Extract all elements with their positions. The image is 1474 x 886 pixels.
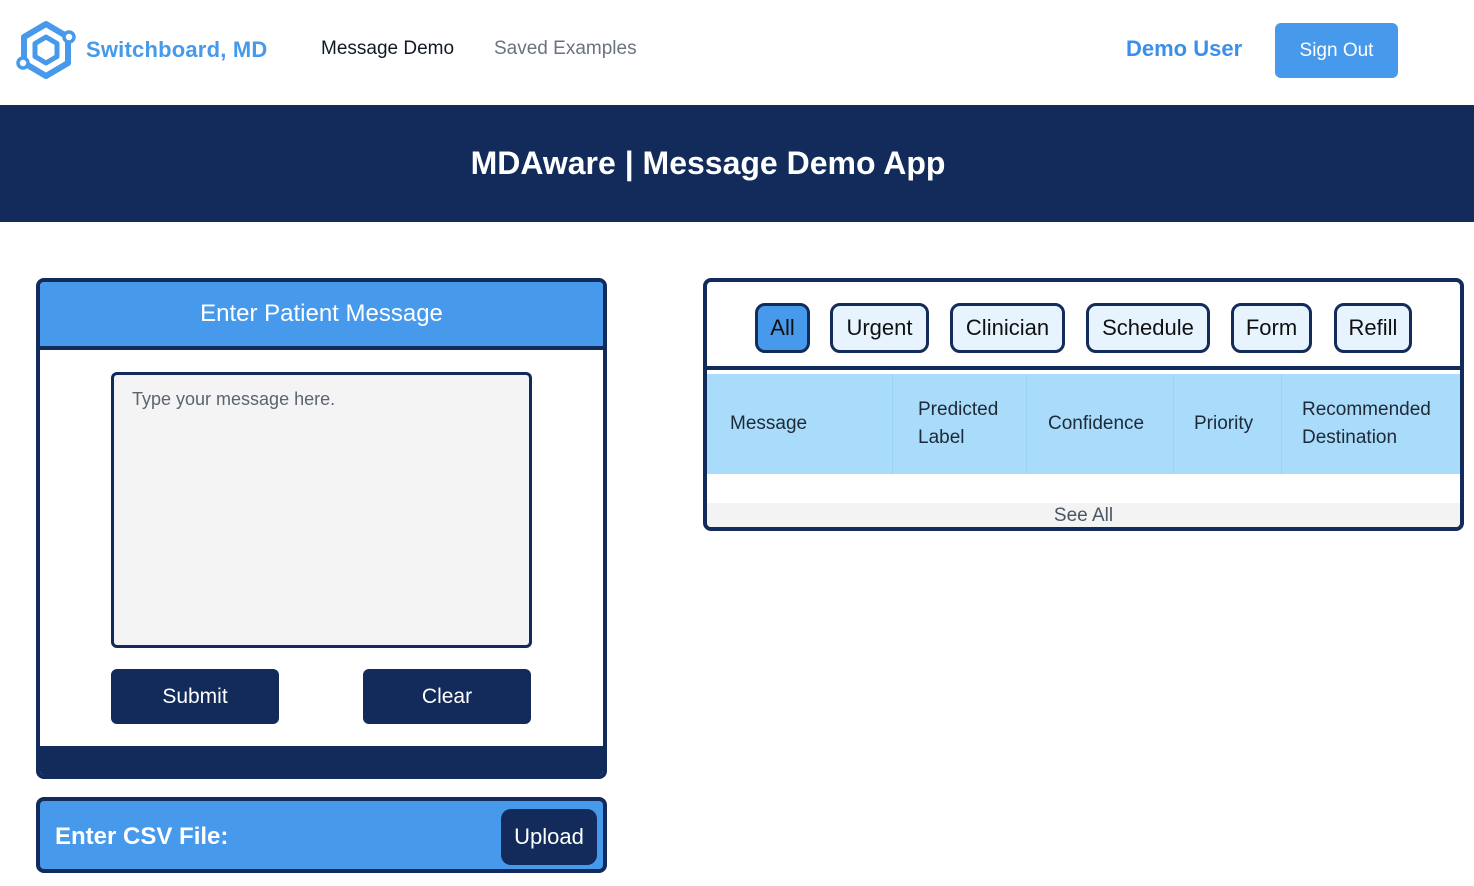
filter-bar: All Urgent Clinician Schedule Form Refil…: [707, 282, 1460, 370]
filter-schedule-button[interactable]: Schedule: [1086, 303, 1210, 353]
table-header-row: Message Predicted Label Confidence Prior…: [707, 374, 1460, 474]
user-name-link[interactable]: Demo User: [1126, 36, 1242, 62]
column-header-confidence[interactable]: Confidence: [1048, 410, 1144, 438]
nav-link-saved-examples[interactable]: Saved Examples: [494, 38, 637, 60]
switchboard-logo-icon: [16, 21, 76, 79]
column-header-message[interactable]: Message: [730, 410, 807, 438]
brand-link[interactable]: Switchboard, MD: [16, 20, 267, 80]
patient-message-input[interactable]: [111, 372, 532, 648]
column-divider: [1173, 374, 1174, 474]
patient-message-card-header: Enter Patient Message: [40, 282, 603, 350]
column-header-recommended-destination[interactable]: Recommended Destination: [1302, 396, 1431, 452]
column-header-recommended-destination-line1: Recommended: [1302, 399, 1431, 420]
page-title: MDAware | Message Demo App: [470, 145, 946, 181]
top-navbar: Switchboard, MD Message Demo Saved Examp…: [0, 0, 1474, 105]
column-header-priority[interactable]: Priority: [1194, 410, 1253, 438]
column-divider: [1026, 374, 1027, 474]
patient-message-card: Enter Patient Message Submit Clear: [36, 278, 607, 779]
column-header-priority-text: Priority: [1194, 413, 1254, 434]
patient-message-card-title: Enter Patient Message: [200, 300, 443, 327]
brand-name: Switchboard, MD: [86, 37, 268, 62]
filter-form-button[interactable]: Form: [1231, 303, 1312, 353]
messages-table-card: All Urgent Clinician Schedule Form Refil…: [703, 278, 1464, 531]
filter-urgent-button[interactable]: Urgent: [830, 303, 929, 353]
column-header-message-text: Message: [730, 413, 808, 434]
column-header-predicted-label-line2: Label: [918, 427, 965, 448]
column-header-predicted-label[interactable]: Predicted Label: [918, 396, 998, 452]
table-empty-row: [707, 474, 1460, 503]
upload-button[interactable]: Upload: [501, 809, 597, 865]
patient-message-card-footer: [40, 746, 603, 775]
nav-link-message-demo[interactable]: Message Demo: [321, 38, 454, 60]
csv-file-label: Enter CSV File:: [55, 823, 229, 850]
filter-refill-button[interactable]: Refill: [1334, 303, 1412, 353]
filter-all-button[interactable]: All: [755, 303, 810, 353]
column-header-confidence-text: Confidence: [1048, 413, 1145, 434]
see-all-link[interactable]: See All: [707, 503, 1460, 527]
sign-out-button[interactable]: Sign Out: [1275, 23, 1398, 78]
filter-clinician-button[interactable]: Clinician: [950, 303, 1065, 353]
clear-button[interactable]: Clear: [363, 669, 531, 724]
column-header-recommended-destination-line2: Destination: [1302, 427, 1398, 448]
page-banner: MDAware | Message Demo App: [0, 105, 1474, 222]
csv-upload-bar: Enter CSV File: Upload: [36, 797, 607, 873]
column-divider: [892, 374, 893, 474]
column-header-predicted-label-line1: Predicted: [918, 399, 999, 420]
column-divider: [1281, 374, 1282, 474]
submit-button[interactable]: Submit: [111, 669, 279, 724]
